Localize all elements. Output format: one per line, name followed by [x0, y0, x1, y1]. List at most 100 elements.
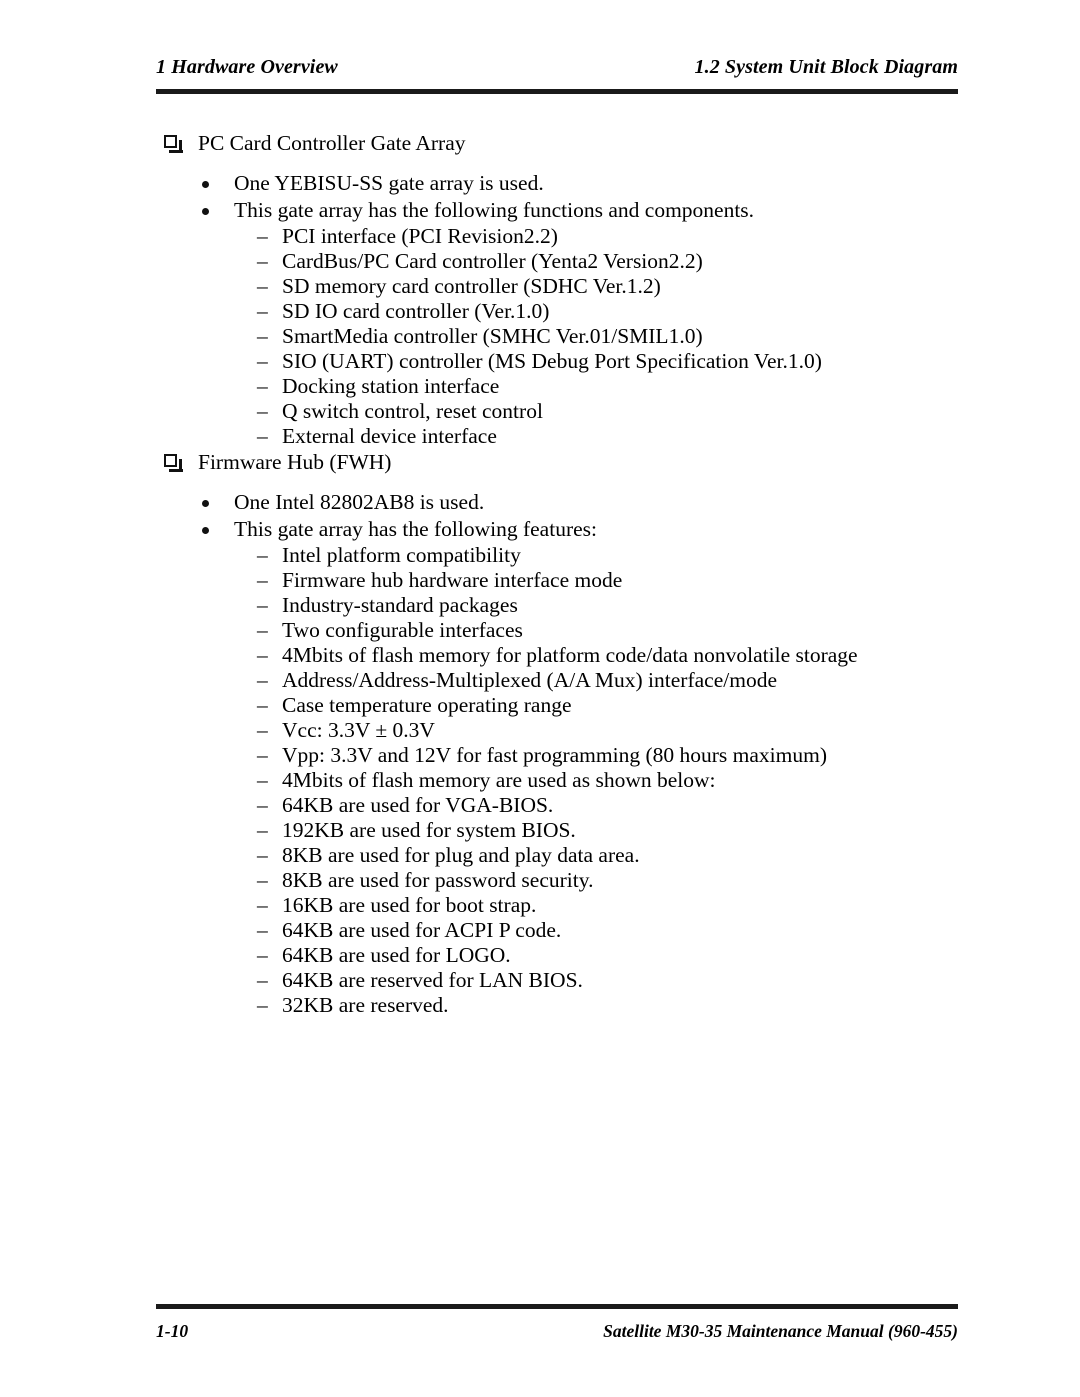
sub-bullet-item: –64KB are reserved for LAN BIOS.: [156, 968, 1036, 993]
bullet-item: This gate array has the following functi…: [156, 197, 1036, 224]
bullet-group: One Intel 82802AB8 is used. This gate arr…: [156, 489, 1036, 1018]
en-dash-bullet-icon: –: [257, 743, 268, 767]
sub-bullet-item: – Address/Address-Multiplexed (A/A Mux) i…: [156, 668, 1036, 693]
bullet-item-label: One YEBISU-SS gate array is used.: [234, 171, 544, 195]
sub-bullet-item-label: Q switch control, reset control: [282, 399, 543, 423]
round-bullet-icon: [202, 208, 209, 215]
section-heading-label: PC Card Controller Gate Array: [198, 131, 466, 155]
manual-page: 1 Hardware Overview 1.2 System Unit Bloc…: [0, 0, 1080, 1397]
sub-bullet-item: –4Mbits of flash memory are used as show…: [156, 768, 1036, 793]
sub-bullet-item: – Firmware hub hardware interface mode: [156, 568, 1036, 593]
bullet-group: One YEBISU-SS gate array is used. This ga…: [156, 170, 1036, 449]
sub-bullet-item: – Intel platform compatibility: [156, 543, 1036, 568]
sub-bullet-item-label: Intel platform compatibility: [282, 543, 521, 567]
round-bullet-icon: [202, 527, 209, 534]
sub-bullet-item: – SmartMedia controller (SMHC Ver.01/SMIL…: [156, 324, 1036, 349]
sub-bullet-item: – PCI interface (PCI Revision2.2): [156, 224, 1036, 249]
en-dash-bullet-icon: –: [257, 543, 268, 567]
en-dash-bullet-icon: –: [257, 274, 268, 298]
en-dash-bullet-icon: –: [257, 324, 268, 348]
en-dash-bullet-icon: –: [257, 224, 268, 248]
outline-section: PC Card Controller Gate Array One YEBISU-…: [156, 130, 1036, 449]
sub-bullet-item: –64KB are used for VGA-BIOS.: [156, 793, 1036, 818]
en-dash-bullet-icon: –: [257, 618, 268, 642]
sub-bullet-item: – Vpp: 3.3V and 12V for fast programming …: [156, 743, 1036, 768]
sub-bullet-item: – SD IO card controller (Ver.1.0): [156, 299, 1036, 324]
sub-bullet-item-label: SmartMedia controller (SMHC Ver.01/SMIL1…: [282, 324, 703, 348]
sub-bullet-item-label: CardBus/PC Card controller (Yenta2 Versi…: [282, 249, 703, 273]
sub-bullet-item-label: 64KB are used for ACPI P code.: [282, 918, 562, 942]
sub-bullet-item-label: Case temperature operating range: [282, 693, 572, 717]
footer-manual-title: Satellite M30-35 Maintenance Manual (960…: [603, 1321, 958, 1341]
sub-bullet-item: – SD memory card controller (SDHC Ver.1.2…: [156, 274, 1036, 299]
sub-bullet-item-label: PCI interface (PCI Revision2.2): [282, 224, 558, 248]
en-dash-bullet-icon: –: [257, 668, 268, 692]
en-dash-bullet-icon: –: [257, 399, 268, 423]
sub-bullet-item: –8KB are used for password security.: [156, 868, 1036, 893]
sub-bullet-item: – Industry-standard packages: [156, 593, 1036, 618]
en-dash-bullet-icon: –: [257, 249, 268, 273]
en-dash-bullet-icon: –: [257, 593, 268, 617]
en-dash-bullet-icon: –: [257, 793, 268, 817]
sub-bullet-item: –4Mbits of flash memory for platform cod…: [156, 643, 1036, 668]
en-dash-bullet-icon: –: [257, 718, 268, 742]
en-dash-bullet-icon: –: [257, 943, 268, 967]
running-footer: 1-10 Satellite M30-35 Maintenance Manual…: [156, 1321, 958, 1342]
bullet-item: One YEBISU-SS gate array is used.: [156, 170, 1036, 197]
en-dash-bullet-icon: –: [257, 843, 268, 867]
header-chapter-title: 1 Hardware Overview: [156, 56, 338, 78]
en-dash-bullet-icon: –: [257, 568, 268, 592]
sub-bullet-item: – Q switch control, reset control: [156, 399, 1036, 424]
sub-bullet-item: –32KB are reserved.: [156, 993, 1036, 1018]
sections-container: PC Card Controller Gate Array One YEBISU-…: [156, 130, 1036, 1018]
shadowed-square-bullet-icon: [164, 454, 183, 472]
sub-bullet-item: – Vcc: 3.3V ± 0.3V: [156, 718, 1036, 743]
bullet-item-label: One Intel 82802AB8 is used.: [234, 490, 485, 514]
header-rule: [156, 89, 958, 94]
bullet-item: One Intel 82802AB8 is used.: [156, 489, 1036, 516]
en-dash-bullet-icon: –: [257, 818, 268, 842]
sub-bullet-item: – Two configurable interfaces: [156, 618, 1036, 643]
shadowed-square-bullet-icon: [164, 135, 183, 153]
en-dash-bullet-icon: –: [257, 993, 268, 1017]
en-dash-bullet-icon: –: [257, 868, 268, 892]
sub-bullet-item-label: 64KB are reserved for LAN BIOS.: [282, 968, 583, 992]
page-content: PC Card Controller Gate Array One YEBISU-…: [156, 130, 1036, 1018]
en-dash-bullet-icon: –: [257, 643, 268, 667]
sub-bullet-item: –192KB are used for system BIOS.: [156, 818, 1036, 843]
en-dash-bullet-icon: –: [257, 374, 268, 398]
footer-page-number: 1-10: [156, 1321, 189, 1341]
en-dash-bullet-icon: –: [257, 299, 268, 323]
sub-bullet-item: –16KB are used for boot strap.: [156, 893, 1036, 918]
sub-bullet-item-label: SIO (UART) controller (MS Debug Port Spe…: [282, 349, 822, 373]
section-heading-label: Firmware Hub (FWH): [198, 450, 392, 474]
bullet-item: This gate array has the following featur…: [156, 516, 1036, 543]
sub-bullet-item-label: Docking station interface: [282, 374, 500, 398]
bullet-item-label: This gate array has the following functi…: [234, 198, 755, 222]
sub-bullet-item-label: 4Mbits of flash memory are used as shown…: [282, 768, 716, 792]
sub-bullet-item-label: Firmware hub hardware interface mode: [282, 568, 623, 592]
sub-bullet-item-label: Vpp: 3.3V and 12V for fast programming (…: [282, 743, 827, 767]
section-heading: Firmware Hub (FWH): [156, 449, 1036, 475]
sub-bullet-item-label: 16KB are used for boot strap.: [282, 893, 537, 917]
sub-bullet-item-label: External device interface: [282, 424, 497, 448]
en-dash-bullet-icon: –: [257, 893, 268, 917]
sub-bullet-item-label: 4Mbits of flash memory for platform code…: [282, 643, 858, 667]
bullet-item-label: This gate array has the following featur…: [234, 517, 597, 541]
sub-bullet-item-label: 192KB are used for system BIOS.: [282, 818, 576, 842]
sub-bullet-item-label: 8KB are used for plug and play data area…: [282, 843, 640, 867]
sub-bullet-item-label: 64KB are used for VGA-BIOS.: [282, 793, 554, 817]
en-dash-bullet-icon: –: [257, 693, 268, 717]
header-section-title: 1.2 System Unit Block Diagram: [694, 56, 958, 78]
sub-bullet-item-label: 64KB are used for LOGO.: [282, 943, 511, 967]
en-dash-bullet-icon: –: [257, 968, 268, 992]
round-bullet-icon: [202, 181, 209, 188]
section-heading: PC Card Controller Gate Array: [156, 130, 1036, 156]
outline-section: Firmware Hub (FWH) One Intel 82802AB8 is …: [156, 449, 1036, 1018]
sub-bullet-item: – External device interface: [156, 424, 1036, 449]
sub-bullet-item-label: Industry-standard packages: [282, 593, 518, 617]
sub-bullet-item: – Docking station interface: [156, 374, 1036, 399]
en-dash-bullet-icon: –: [257, 768, 268, 792]
running-header: 1 Hardware Overview 1.2 System Unit Bloc…: [156, 56, 958, 79]
sub-bullet-item-label: 32KB are reserved.: [282, 993, 449, 1017]
